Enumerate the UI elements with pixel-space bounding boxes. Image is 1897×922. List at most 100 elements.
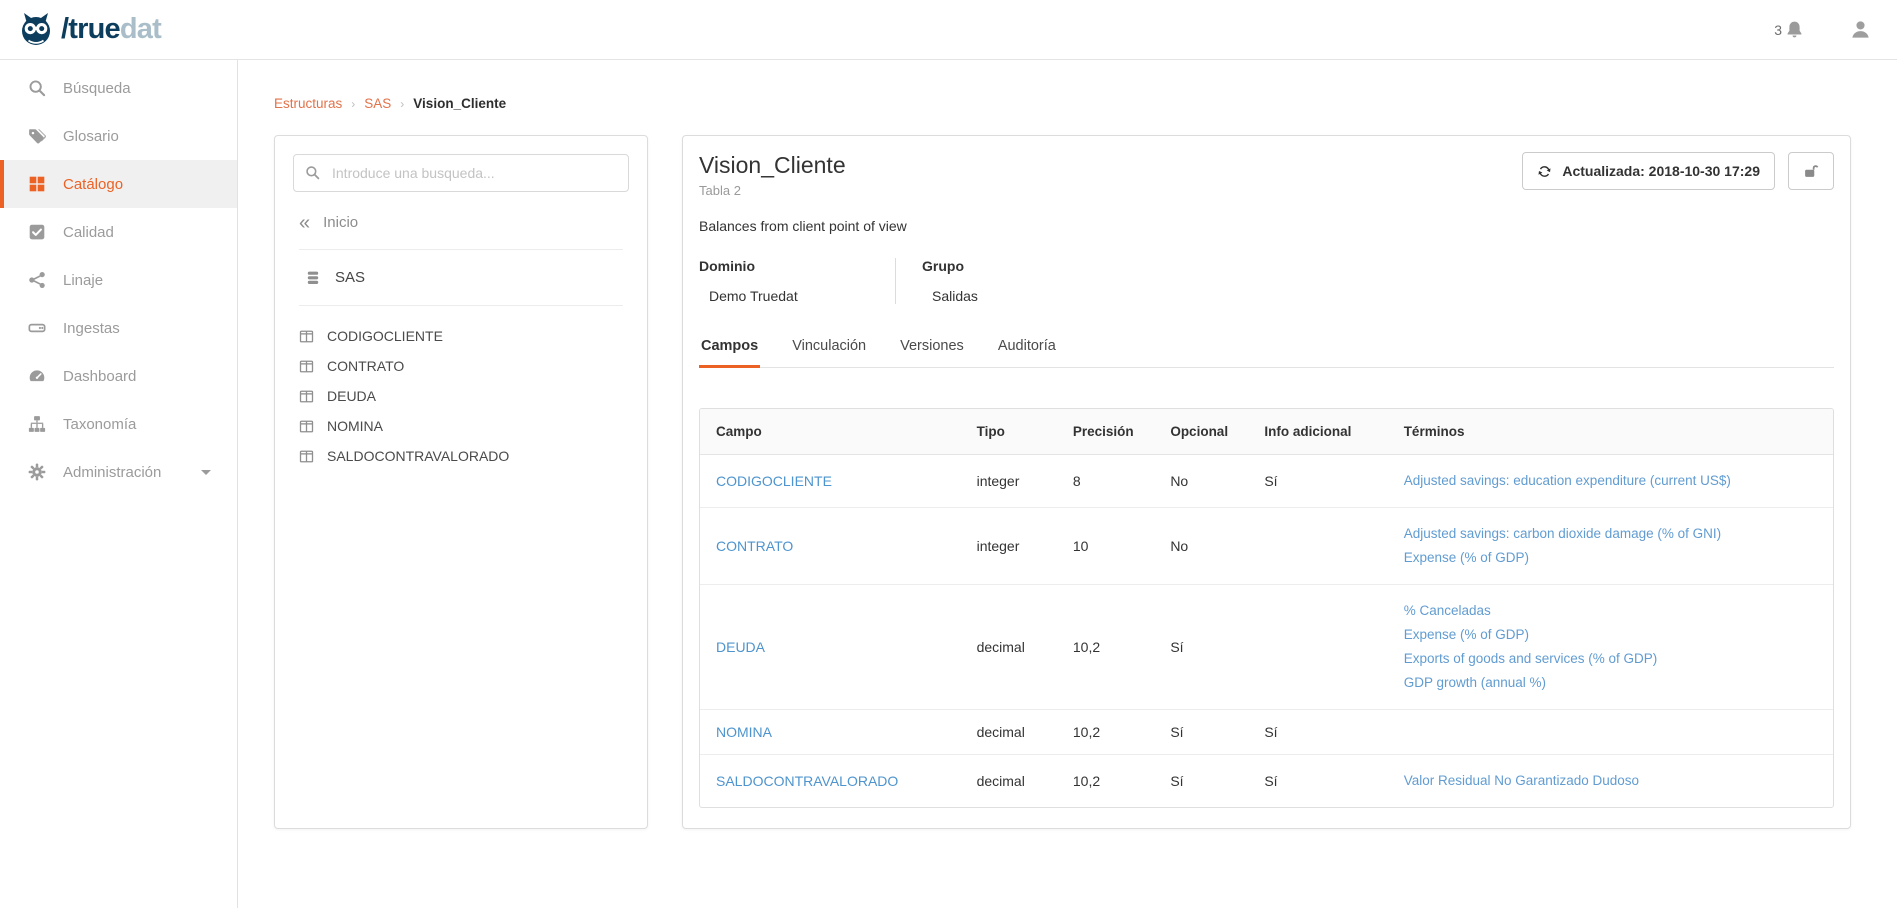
column-header: Términos [1388, 409, 1833, 455]
term-link[interactable]: % Canceladas [1404, 599, 1817, 623]
table-columns-icon [299, 419, 314, 434]
field-precision: 10,2 [1057, 584, 1154, 709]
fields-table-wrapper: CampoTipoPrecisiónOpcionalInfo adicional… [699, 408, 1834, 808]
structure-explorer-panel: « Inicio SAS CODIGOCLIENTE CONTRATO DEUD… [274, 135, 648, 829]
sidebar-item-administracion[interactable]: Administración [0, 448, 237, 496]
chevron-down-icon [201, 470, 211, 480]
explorer-system-label: SAS [335, 269, 365, 286]
field-optional: Sí [1154, 709, 1248, 754]
sidebar-item-label: Linaje [63, 272, 103, 289]
explorer-home-button[interactable]: « Inicio [299, 214, 623, 250]
sidebar: Búsqueda Glosario Catálogo Calidad Linaj… [0, 60, 238, 908]
refresh-icon [1537, 164, 1552, 179]
explorer-table-item[interactable]: DEUDA [299, 381, 623, 411]
explorer-table-item[interactable]: NOMINA [299, 411, 623, 441]
explorer-table-list: CODIGOCLIENTE CONTRATO DEUDA NOMINA SALD… [299, 321, 623, 471]
explorer-table-item[interactable]: SALDOCONTRAVALORADO [299, 441, 623, 471]
structure-meta: Dominio Demo Truedat Grupo Salidas [699, 258, 1834, 304]
page-subtitle: Tabla 2 [699, 183, 846, 198]
meta-label: Dominio [699, 258, 865, 274]
top-bar: /truedat 3 [0, 0, 1897, 60]
tab-versiones[interactable]: Versiones [898, 330, 966, 367]
table-row: DEUDAdecimal10,2Sí% CanceladasExpense (%… [700, 584, 1833, 709]
field-precision: 10,2 [1057, 709, 1154, 754]
sidebar-item-glosario[interactable]: Glosario [0, 112, 237, 160]
term-link[interactable]: Adjusted savings: education expenditure … [1404, 469, 1817, 493]
structure-search-input[interactable] [293, 154, 629, 192]
sidebar-item-catalogo[interactable]: Catálogo [0, 160, 237, 208]
explorer-table-item[interactable]: CODIGOCLIENTE [299, 321, 623, 351]
drive-icon [28, 319, 46, 337]
lock-button[interactable] [1788, 152, 1834, 190]
gear-icon [28, 463, 46, 481]
meta-label: Grupo [922, 258, 978, 274]
database-icon [305, 270, 321, 286]
field-type: integer [961, 507, 1057, 584]
share-icon [28, 271, 46, 289]
term-link[interactable]: Valor Residual No Garantizado Dudoso [1404, 769, 1817, 793]
sidebar-item-linaje[interactable]: Linaje [0, 256, 237, 304]
field-link[interactable]: NOMINA [716, 724, 772, 740]
check-square-icon [28, 223, 46, 241]
structure-detail-panel: Vision_Cliente Tabla 2 Actualizada: 2 [682, 135, 1851, 829]
term-link[interactable]: GDP growth (annual %) [1404, 671, 1817, 695]
sidebar-item-taxonomia[interactable]: Taxonomía [0, 400, 237, 448]
sidebar-item-ingestas[interactable]: Ingestas [0, 304, 237, 352]
breadcrumb: Estructuras›SAS›Vision_Cliente [274, 96, 1851, 111]
sidebar-item-label: Catálogo [63, 176, 123, 193]
field-terms: Adjusted savings: education expenditure … [1388, 454, 1833, 507]
user-icon[interactable] [1850, 19, 1871, 40]
grid-icon [28, 175, 46, 193]
tab-vinculacion[interactable]: Vinculación [790, 330, 868, 367]
sidebar-item-busqueda[interactable]: Búsqueda [0, 64, 237, 112]
sidebar-item-dashboard[interactable]: Dashboard [0, 352, 237, 400]
field-extra-info [1248, 584, 1387, 709]
term-link[interactable]: Expense (% of GDP) [1404, 623, 1817, 647]
tab-auditoria[interactable]: Auditoría [996, 330, 1058, 367]
field-link[interactable]: SALDOCONTRAVALORADO [716, 773, 898, 789]
field-type: decimal [961, 584, 1057, 709]
field-terms: Adjusted savings: carbon dioxide damage … [1388, 507, 1833, 584]
updated-button-label: Actualizada: 2018-10-30 17:29 [1562, 163, 1760, 179]
sidebar-item-calidad[interactable]: Calidad [0, 208, 237, 256]
column-header: Tipo [961, 409, 1057, 455]
meta-value: Demo Truedat [699, 288, 865, 304]
field-optional: No [1154, 507, 1248, 584]
sidebar-item-label: Dashboard [63, 368, 136, 385]
term-link[interactable]: Adjusted savings: carbon dioxide damage … [1404, 522, 1817, 546]
field-extra-info: Sí [1248, 754, 1387, 807]
detail-tabs: Campos Vinculación Versiones Auditoría [699, 330, 1834, 368]
term-link[interactable]: Exports of goods and services (% of GDP) [1404, 647, 1817, 671]
meta-value: Salidas [922, 288, 978, 304]
field-precision: 10,2 [1057, 754, 1154, 807]
breadcrumb-item[interactable]: Estructuras [274, 96, 342, 111]
tags-icon [28, 127, 46, 145]
notifications-button[interactable]: 3 [1774, 20, 1804, 39]
dashboard-icon [28, 367, 46, 385]
term-link[interactable]: Expense (% of GDP) [1404, 546, 1817, 570]
page-title: Vision_Cliente [699, 152, 846, 180]
breadcrumb-item[interactable]: SAS [364, 96, 391, 111]
explorer-table-item[interactable]: CONTRATO [299, 351, 623, 381]
field-link[interactable]: CONTRATO [716, 538, 793, 554]
field-terms: % CanceladasExpense (% of GDP)Exports of… [1388, 584, 1833, 709]
field-type: decimal [961, 754, 1057, 807]
sidebar-item-label: Búsqueda [63, 80, 131, 97]
main-content: Estructuras›SAS›Vision_Cliente « Inicio [238, 60, 1897, 829]
field-extra-info [1248, 507, 1387, 584]
sidebar-item-label: Calidad [63, 224, 114, 241]
field-terms [1388, 709, 1833, 754]
tab-campos[interactable]: Campos [699, 330, 760, 367]
explorer-system-sas[interactable]: SAS [299, 250, 623, 306]
field-link[interactable]: DEUDA [716, 639, 765, 655]
updated-button[interactable]: Actualizada: 2018-10-30 17:29 [1522, 152, 1775, 190]
column-header: Info adicional [1248, 409, 1387, 455]
app-logo[interactable]: /truedat [16, 10, 161, 50]
structure-search [293, 154, 629, 192]
search-icon [305, 165, 320, 180]
logo-text: /truedat [61, 15, 161, 44]
notification-count: 3 [1774, 22, 1782, 38]
field-extra-info: Sí [1248, 454, 1387, 507]
fields-table: CampoTipoPrecisiónOpcionalInfo adicional… [700, 409, 1833, 807]
field-link[interactable]: CODIGOCLIENTE [716, 473, 832, 489]
